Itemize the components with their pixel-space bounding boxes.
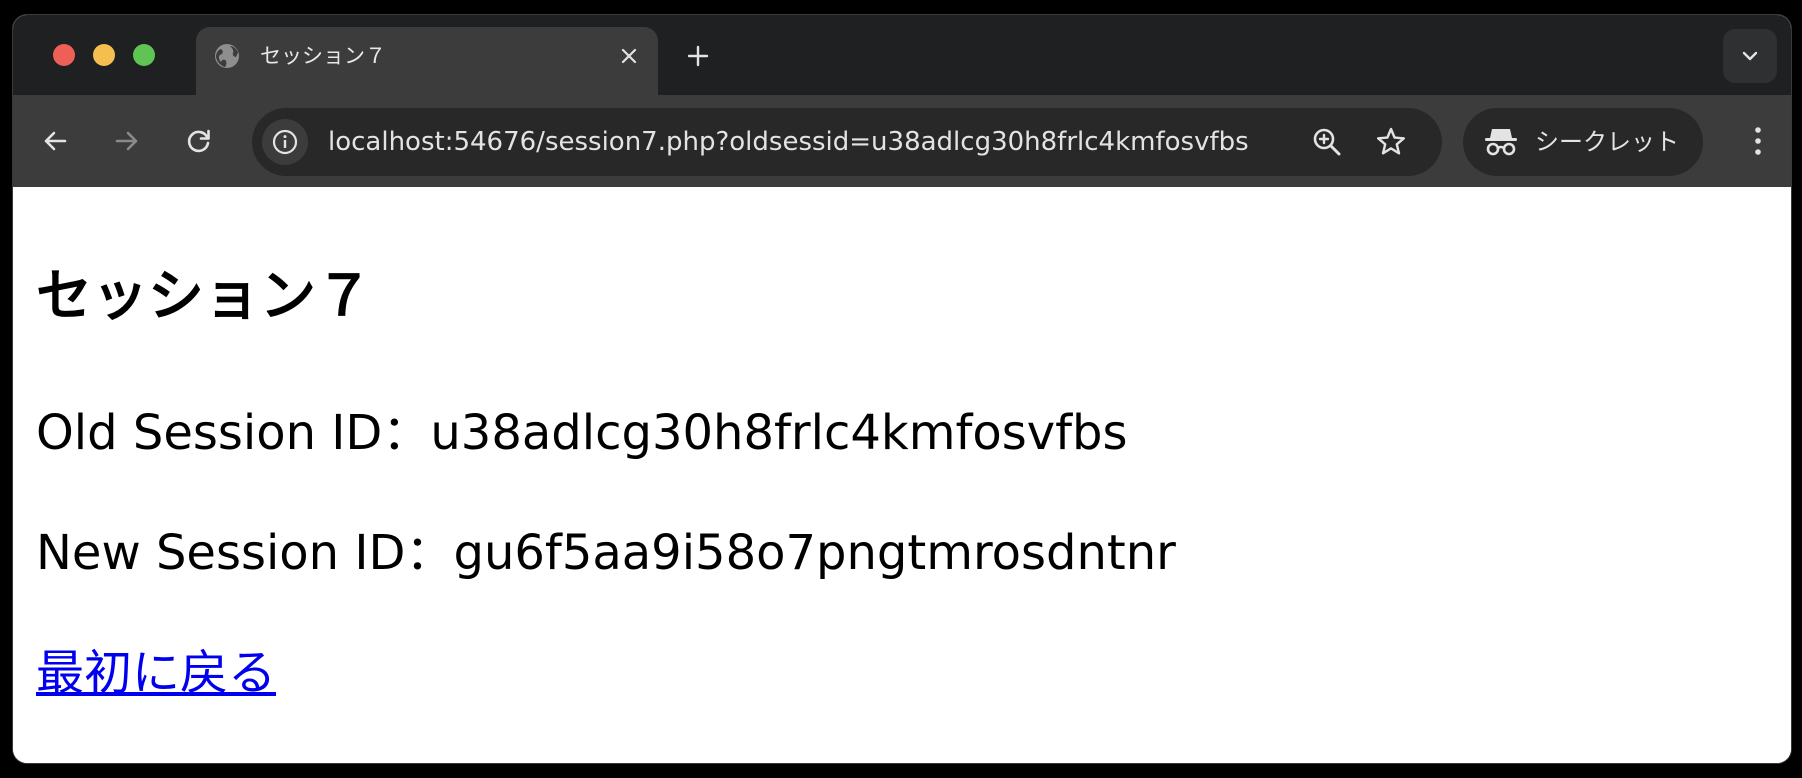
url-text[interactable]: localhost:54676/session7.php?oldsessid=u… [328,126,1249,158]
incognito-label: シークレット [1535,128,1679,156]
address-bar[interactable]: localhost:54676/session7.php?oldsessid=u… [252,108,1442,176]
more-vertical-icon [1755,127,1761,155]
arrow-left-icon [44,131,67,151]
tab-search-button[interactable] [1723,29,1777,83]
active-tab[interactable]: セッション７ [196,27,658,95]
close-icon [621,48,637,64]
globe-icon [215,44,239,68]
old-session-label: Old Session ID： [36,405,431,461]
browser-window: セッション７ localhost:54676/session7.php?olds… [13,15,1791,763]
arrow-right-icon [115,131,138,151]
browser-menu-button[interactable] [1740,119,1776,163]
zoom-icon[interactable] [1310,125,1344,159]
incognito-icon [1485,129,1517,156]
close-window-button[interactable] [53,44,75,66]
old-session-id-line: Old Session ID：u38adlcg30h8frlc4kmfosvfb… [36,405,1128,461]
tab-title: セッション７ [260,44,386,68]
new-session-value: gu6f5aa9i58o7pngtmrosdntnr [453,525,1176,581]
tab-strip: セッション７ [13,15,1791,95]
old-session-value: u38adlcg30h8frlc4kmfosvfbs [430,405,1128,461]
reload-button[interactable] [181,123,217,159]
page-content: セッション７ Old Session ID：u38adlcg30h8frlc4k… [13,187,1791,763]
new-session-label: New Session ID： [36,525,454,581]
plus-icon [687,45,709,67]
minimize-window-button[interactable] [93,44,115,66]
chevron-down-icon [1742,51,1758,61]
page-title: セッション７ [36,264,372,329]
reload-icon [187,129,210,153]
new-tab-button[interactable] [683,41,713,71]
browser-toolbar: localhost:54676/session7.php?oldsessid=u… [13,95,1791,187]
incognito-indicator[interactable]: シークレット [1463,108,1703,176]
info-icon [272,129,298,155]
site-info-button[interactable] [262,119,308,165]
back-to-start-link[interactable]: 最初に戻る [36,645,276,701]
maximize-window-button[interactable] [133,44,155,66]
bookmark-star-icon[interactable] [1374,125,1408,159]
new-session-id-line: New Session ID：gu6f5aa9i58o7pngtmrosdntn… [36,525,1176,581]
back-button[interactable] [37,123,73,159]
forward-button[interactable] [109,123,145,159]
tab-close-button[interactable] [616,43,642,69]
